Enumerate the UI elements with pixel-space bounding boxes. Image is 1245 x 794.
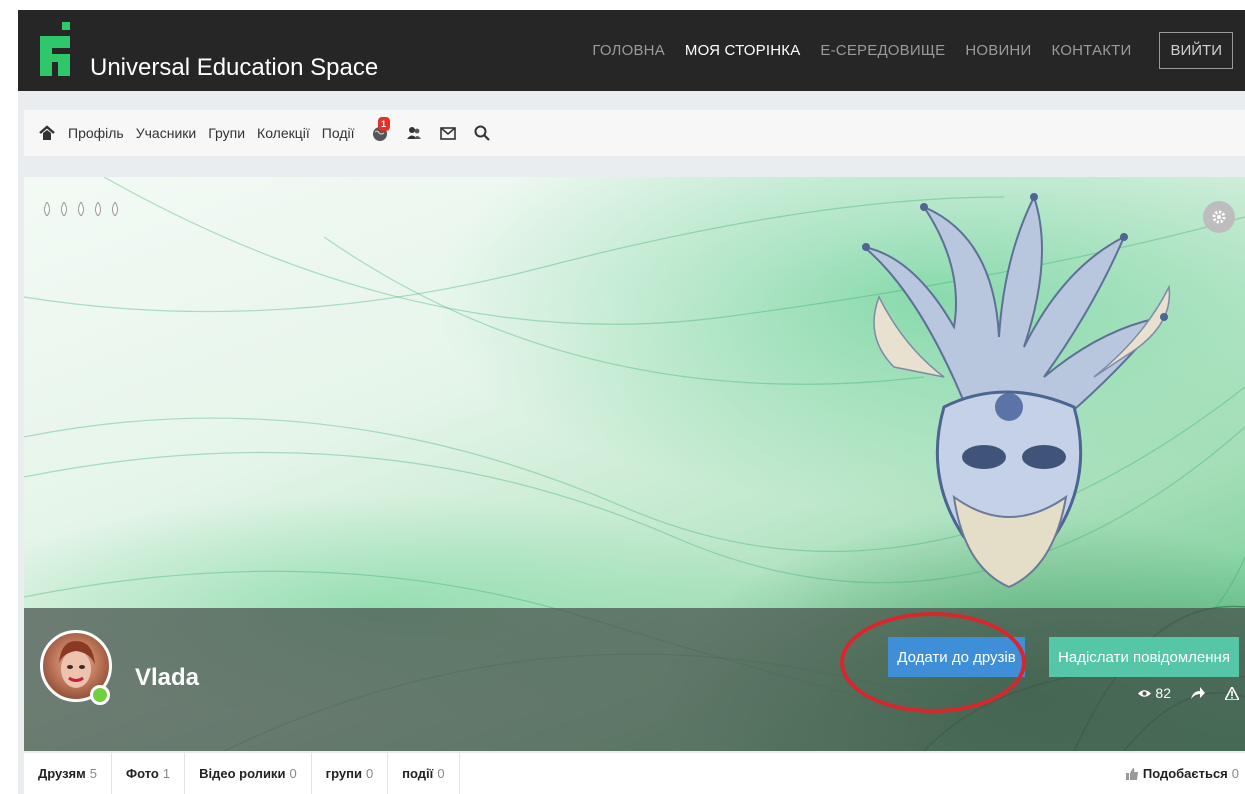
main-navigation: ГОЛОВНА МОЯ СТОРІНКА Е-СЕРЕДОВИЩЕ НОВИНИ…: [592, 10, 1245, 91]
profile-info-strip: Vlada Додати до друзів Надіслати повідом…: [24, 608, 1245, 751]
online-status-indicator: [90, 685, 110, 705]
drop-icon[interactable]: [110, 202, 120, 216]
nav-e-environment[interactable]: Е-СЕРЕДОВИЩЕ: [820, 42, 945, 59]
site-header: Universal Education Space ГОЛОВНА МОЯ СТ…: [18, 10, 1245, 91]
site-title[interactable]: Universal Education Space: [90, 54, 378, 82]
thumbs-up-icon: [1125, 767, 1138, 780]
rating-drops: [42, 202, 127, 216]
drop-icon[interactable]: [42, 202, 52, 216]
home-icon[interactable]: [38, 124, 56, 142]
warning-icon: [1225, 686, 1239, 700]
tab-label: групи: [325, 766, 362, 781]
drop-icon[interactable]: [76, 202, 86, 216]
tab-label: події: [402, 766, 434, 781]
views-count: 82: [1155, 685, 1171, 701]
profile-cover: Vlada Додати до друзів Надіслати повідом…: [24, 177, 1245, 751]
profile-tabs: Друзям 5 Фото 1 Відео ролики 0 групи 0 п…: [24, 753, 1245, 794]
globe-notifications-icon[interactable]: 1: [371, 117, 390, 142]
search-icon[interactable]: [473, 124, 491, 142]
tab-count: 0: [289, 766, 297, 781]
likes-count: 0: [1231, 766, 1239, 781]
tab-groups[interactable]: групи 0: [312, 753, 389, 794]
tab-count: 0: [365, 766, 374, 781]
tab-friends[interactable]: Друзям 5: [24, 753, 112, 794]
nav-contacts[interactable]: КОНТАКТИ: [1051, 42, 1131, 59]
tab-label: Фото: [126, 766, 159, 781]
logout-button[interactable]: ВИЙТИ: [1159, 32, 1233, 69]
nav-home[interactable]: ГОЛОВНА: [592, 42, 665, 59]
friends-icon[interactable]: [405, 124, 423, 142]
likes-counter[interactable]: Подобається 0: [1125, 753, 1239, 794]
share-icon: [1191, 687, 1205, 699]
profile-name: Vlada: [135, 664, 200, 691]
toolbar-link-profile[interactable]: Профіль: [68, 125, 124, 141]
notifications-badge: 1: [377, 117, 390, 131]
share-button[interactable]: [1191, 687, 1205, 699]
tab-label: Відео ролики: [199, 766, 286, 781]
tab-photos[interactable]: Фото 1: [112, 753, 186, 794]
site-logo[interactable]: [40, 22, 76, 76]
tab-events[interactable]: події 0: [388, 753, 460, 794]
tab-count: 5: [89, 766, 97, 781]
gear-icon: [1212, 210, 1226, 224]
tab-count: 0: [437, 766, 445, 781]
drop-icon[interactable]: [93, 202, 103, 216]
envelope-icon[interactable]: [439, 124, 457, 142]
drop-icon[interactable]: [59, 202, 69, 216]
profile-toolbar: Профіль Учасники Групи Колекції Події 1: [24, 110, 1245, 156]
tab-count: 1: [162, 766, 171, 781]
mask-illustration: [862, 193, 1171, 589]
report-button[interactable]: [1225, 686, 1239, 700]
tab-label: Друзям: [38, 766, 86, 781]
highlight-annotation: [840, 612, 1026, 713]
toolbar-link-collections[interactable]: Колекції: [257, 125, 310, 141]
toolbar-link-events[interactable]: Події: [322, 125, 355, 141]
eye-icon: [1138, 689, 1152, 697]
toolbar-link-groups[interactable]: Групи: [208, 125, 245, 141]
views-counter: 82: [1138, 685, 1171, 701]
profile-stats: 82: [1118, 685, 1239, 701]
toolbar-link-members[interactable]: Учасники: [136, 125, 196, 141]
nav-my-page[interactable]: МОЯ СТОРІНКА: [685, 42, 800, 59]
nav-news[interactable]: НОВИНИ: [965, 42, 1031, 59]
likes-label: Подобається: [1142, 766, 1228, 781]
tab-videos[interactable]: Відео ролики 0: [185, 753, 312, 794]
send-message-button[interactable]: Надіслати повідомлення: [1049, 637, 1239, 677]
cover-settings-button[interactable]: [1203, 201, 1235, 233]
